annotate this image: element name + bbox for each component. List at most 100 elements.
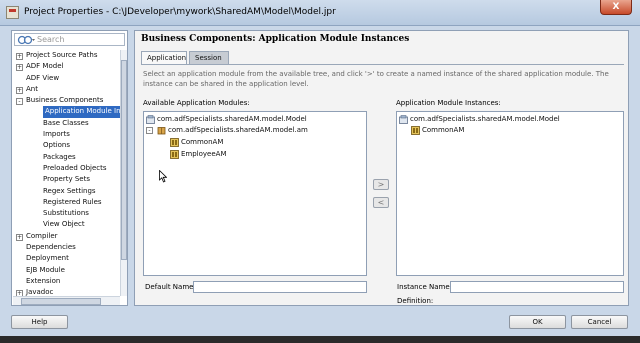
app-module-icon xyxy=(170,138,179,147)
collapse-icon[interactable]: - xyxy=(146,127,153,134)
tree-item-label: Deployment xyxy=(26,254,69,263)
tree-item-label: CommonAM xyxy=(422,126,465,134)
scrollbar-thumb[interactable] xyxy=(21,298,101,305)
tree-item[interactable]: View Object xyxy=(12,219,120,230)
tree-item[interactable]: Base Classes xyxy=(12,118,120,129)
tree-item-label: com.adfSpecialists.sharedAM.model.Model xyxy=(410,115,560,123)
tree-item[interactable]: + Compiler xyxy=(12,231,120,242)
package-icon xyxy=(157,127,166,135)
expand-icon[interactable]: + xyxy=(16,233,23,241)
tree-item-label: Preloaded Objects xyxy=(43,163,107,172)
instances-tree[interactable]: com.adfSpecialists.sharedAM.model.Model C… xyxy=(396,111,624,276)
tree-item-label: View Object xyxy=(43,220,85,229)
window-title: Project Properties - C:\JDeveloper\mywor… xyxy=(24,7,336,17)
jdeveloper-icon xyxy=(6,6,19,19)
tree-item-label: EJB Module xyxy=(26,265,65,274)
tree-item-label: Imports xyxy=(43,130,70,139)
tree-item[interactable]: com.adfSpecialists.sharedAM.model.Model xyxy=(144,114,364,125)
project-icon xyxy=(146,115,155,124)
tree-item[interactable]: + Ant xyxy=(12,84,120,95)
tree-item-label: Ant xyxy=(26,84,38,93)
navigation-tree: + Project Source Paths + ADF Model ADF View +… xyxy=(12,50,120,306)
tree-item-label: Options xyxy=(43,141,71,150)
move-right-button[interactable]: > xyxy=(373,179,389,190)
tree-item-label: Base Classes xyxy=(43,118,89,127)
collapse-icon[interactable]: - xyxy=(16,98,23,106)
help-button[interactable]: Help xyxy=(11,315,68,329)
tree-item-label: Packages xyxy=(43,152,76,161)
tree-item[interactable]: Packages xyxy=(12,152,120,163)
tree-item-label: Property Sets xyxy=(43,175,90,184)
expand-icon[interactable]: + xyxy=(16,53,23,60)
scrollbar-thumb[interactable] xyxy=(121,60,127,260)
tree-item[interactable]: Substitutions xyxy=(12,208,120,219)
project-icon xyxy=(399,115,408,124)
tree-item-label: CommonAM xyxy=(181,138,224,146)
navigation-panel: Search + Project Source Paths + ADF Model AD… xyxy=(11,30,128,306)
tree-item[interactable]: Regex Settings xyxy=(12,186,120,197)
content-panel: Business Components: Application Module … xyxy=(134,30,629,306)
instance-name-field[interactable] xyxy=(450,281,624,293)
tree-item[interactable]: EmployeeAM xyxy=(144,149,364,160)
search-icon xyxy=(17,35,35,45)
tree-item[interactable]: EJB Module xyxy=(12,265,120,276)
app-module-icon xyxy=(411,126,420,135)
tree-item[interactable]: - Business Components xyxy=(12,95,120,106)
tree-item-label: Application Module Inst xyxy=(43,106,120,118)
tree-item-label: ADF Model xyxy=(26,62,64,71)
definition-label: Definition: xyxy=(397,297,434,305)
tree-item[interactable]: Extension xyxy=(12,276,120,287)
tree-item[interactable]: Registered Rules xyxy=(12,197,120,208)
tree-item-label: ADF View xyxy=(26,73,60,82)
tree-item[interactable]: CommonAM xyxy=(144,137,364,148)
tree-item[interactable]: CommonAM xyxy=(397,125,621,136)
mouse-cursor-icon xyxy=(159,170,167,183)
expand-icon[interactable]: + xyxy=(16,86,23,94)
ok-button[interactable]: OK xyxy=(509,315,566,329)
tree-item-label: com.adfSpecialists.sharedAM.model.am xyxy=(168,126,308,134)
tree-item[interactable]: Imports xyxy=(12,129,120,140)
close-button[interactable]: X xyxy=(600,0,632,15)
tab-session[interactable]: Session xyxy=(189,51,229,64)
tree-item[interactable]: Application Module Inst xyxy=(12,106,120,118)
tree-item[interactable]: Property Sets xyxy=(12,174,120,185)
tree-item-label: com.adfSpecialists.sharedAM.model.Model xyxy=(157,115,307,123)
tree-item-label: Dependencies xyxy=(26,243,76,252)
cancel-button[interactable]: Cancel xyxy=(571,315,628,329)
tree-item-label: Registered Rules xyxy=(43,197,102,206)
default-name-field[interactable] xyxy=(193,281,367,293)
tree-item[interactable]: com.adfSpecialists.sharedAM.model.Model xyxy=(397,114,621,125)
tree-item[interactable]: ADF View xyxy=(12,73,120,84)
tree-item-label: EmployeeAM xyxy=(181,150,227,158)
tree-item[interactable]: - com.adfSpecialists.sharedAM.model.am xyxy=(144,125,364,136)
default-name-label: Default Name: xyxy=(145,283,196,291)
tree-item[interactable]: Options xyxy=(12,140,120,151)
app-module-icon xyxy=(170,150,179,159)
horizontal-scrollbar[interactable] xyxy=(13,296,120,305)
tree-item-label: Extension xyxy=(26,276,61,285)
tree-item-label: Project Source Paths xyxy=(26,51,98,59)
instructions-text: Select an application module from the av… xyxy=(143,70,609,88)
move-left-button[interactable]: < xyxy=(373,197,389,208)
tree-item[interactable]: Dependencies xyxy=(12,242,120,253)
tree-item-label: Business Components xyxy=(26,96,104,105)
title-bar[interactable]: Project Properties - C:\JDeveloper\mywor… xyxy=(0,0,640,26)
search-input[interactable]: Search xyxy=(14,33,125,46)
tab-application[interactable]: Application xyxy=(141,51,187,64)
available-modules-label: Available Application Modules: xyxy=(143,99,250,107)
available-modules-tree[interactable]: com.adfSpecialists.sharedAM.model.Model -… xyxy=(143,111,367,276)
tree-item[interactable]: + ADF Model xyxy=(12,61,120,72)
tree-item[interactable]: + Project Source Paths xyxy=(12,50,120,61)
tree-item-label: Regex Settings xyxy=(43,186,96,195)
taskbar xyxy=(0,336,640,343)
tree-item[interactable]: Preloaded Objects xyxy=(12,163,120,174)
instance-name-label: Instance Name: xyxy=(397,283,453,291)
expand-icon[interactable]: + xyxy=(16,64,23,72)
project-properties-dialog: Project Properties - C:\JDeveloper\mywor… xyxy=(0,0,640,343)
tree-item-label: Substitutions xyxy=(43,209,89,218)
tree-item[interactable]: Deployment xyxy=(12,253,120,264)
vertical-scrollbar[interactable] xyxy=(120,50,127,296)
tab-divider xyxy=(141,64,624,65)
search-placeholder: Search xyxy=(37,35,65,44)
page-title: Business Components: Application Module … xyxy=(141,34,410,44)
